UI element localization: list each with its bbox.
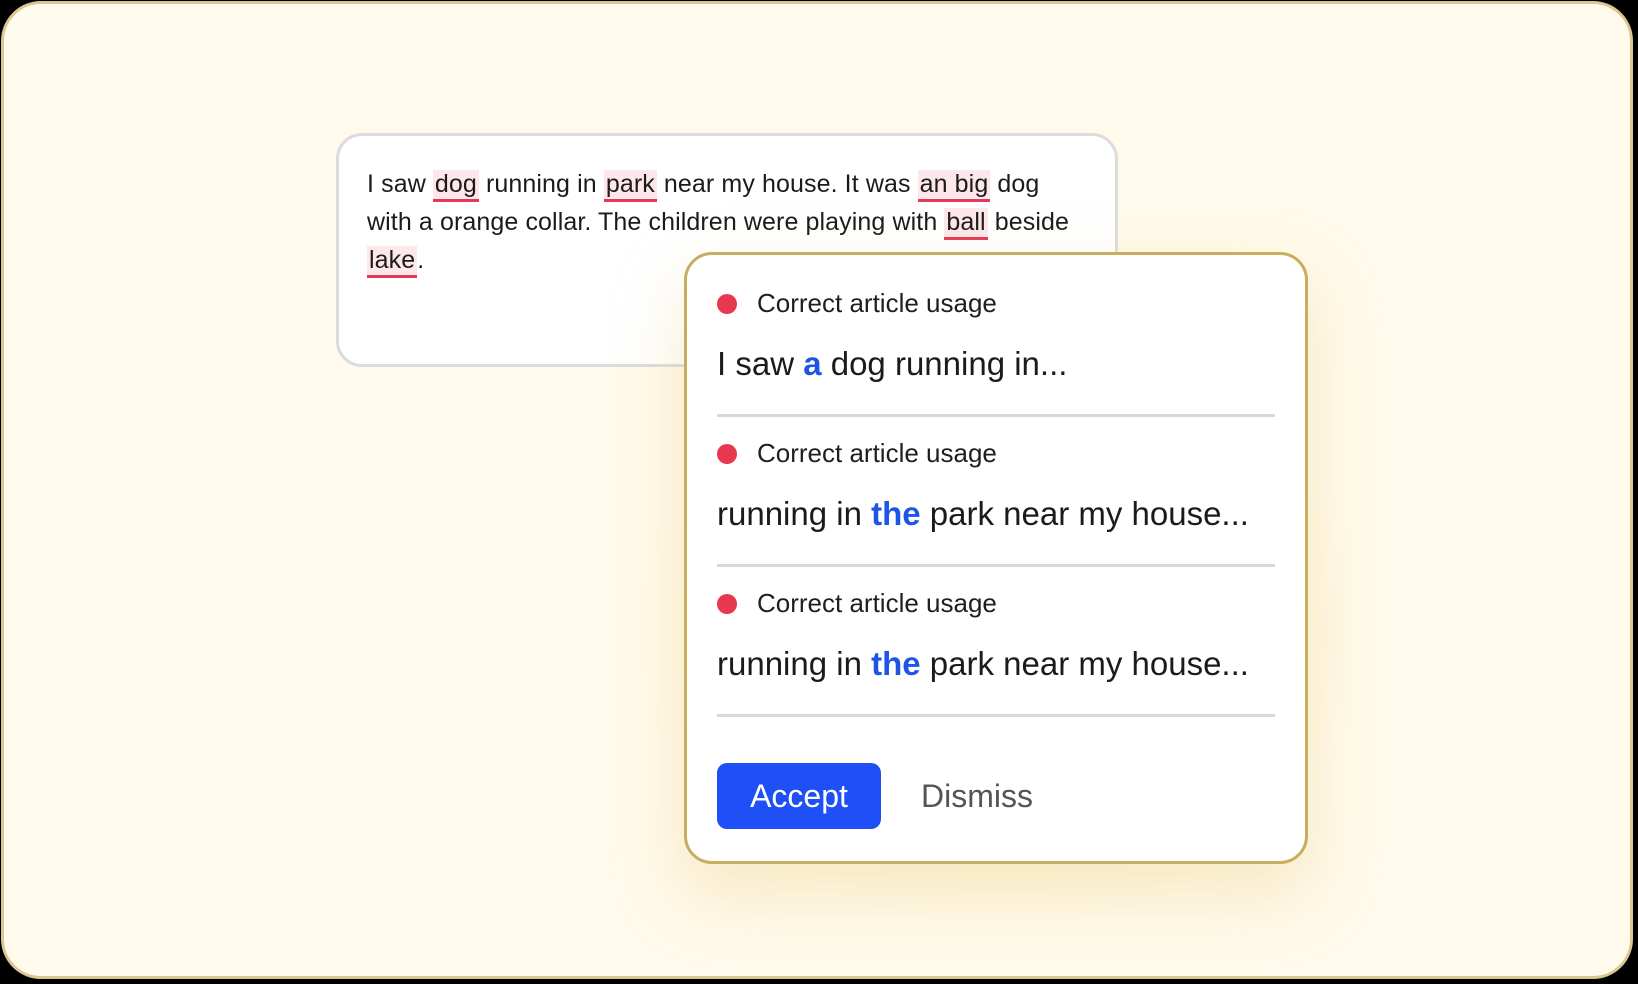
suggestion-header: Correct article usage xyxy=(717,288,997,319)
preview-highlight: a xyxy=(803,345,822,382)
text-segment: beside xyxy=(987,208,1070,236)
dismiss-button[interactable]: Dismiss xyxy=(921,778,1033,815)
preview-highlight: the xyxy=(871,645,921,682)
popup-actions: Accept Dismiss xyxy=(717,763,1033,829)
preview-highlight: the xyxy=(871,495,921,532)
suggestions-popup: Correct article usage I saw a dog runnin… xyxy=(684,252,1308,864)
preview-after: dog running in... xyxy=(821,345,1068,382)
suggestion-header: Correct article usage xyxy=(717,438,997,469)
preview-before: I saw xyxy=(717,345,804,382)
suggestion-label: Correct article usage xyxy=(757,588,997,618)
error-word[interactable]: dog xyxy=(432,170,479,202)
preview-before: running in xyxy=(717,645,872,682)
suggestion-header: Correct article usage xyxy=(717,588,997,619)
error-word[interactable]: park xyxy=(603,170,657,202)
error-word[interactable]: an big xyxy=(917,170,991,202)
suggestion-preview: running in the park near my house... xyxy=(717,495,1249,533)
canvas-frame: I saw dog running in park near my house.… xyxy=(1,1,1633,979)
error-word[interactable]: lake xyxy=(367,246,418,278)
red-dot-icon xyxy=(717,593,737,614)
suggestion-preview: I saw a dog running in... xyxy=(717,345,1067,383)
preview-before: running in xyxy=(717,495,872,532)
red-dot-icon xyxy=(717,443,737,464)
suggestion-item[interactable]: Correct article usage running in the par… xyxy=(717,417,1275,567)
suggestion-label: Correct article usage xyxy=(757,438,997,468)
suggestion-label: Correct article usage xyxy=(757,288,997,318)
accept-button[interactable]: Accept xyxy=(717,763,881,829)
red-dot-icon xyxy=(717,293,737,314)
text-segment: near my house. It was xyxy=(656,170,918,198)
suggestion-item[interactable]: Correct article usage running in the par… xyxy=(717,567,1275,717)
suggestion-item[interactable]: Correct article usage I saw a dog runnin… xyxy=(717,255,1275,417)
preview-after: park near my house... xyxy=(920,645,1249,682)
text-segment: . xyxy=(417,246,425,274)
suggestion-preview: running in the park near my house... xyxy=(717,645,1249,683)
error-word[interactable]: ball xyxy=(944,208,988,240)
text-segment: I saw xyxy=(367,170,433,198)
text-segment: running in xyxy=(478,170,604,198)
preview-after: park near my house... xyxy=(920,495,1249,532)
